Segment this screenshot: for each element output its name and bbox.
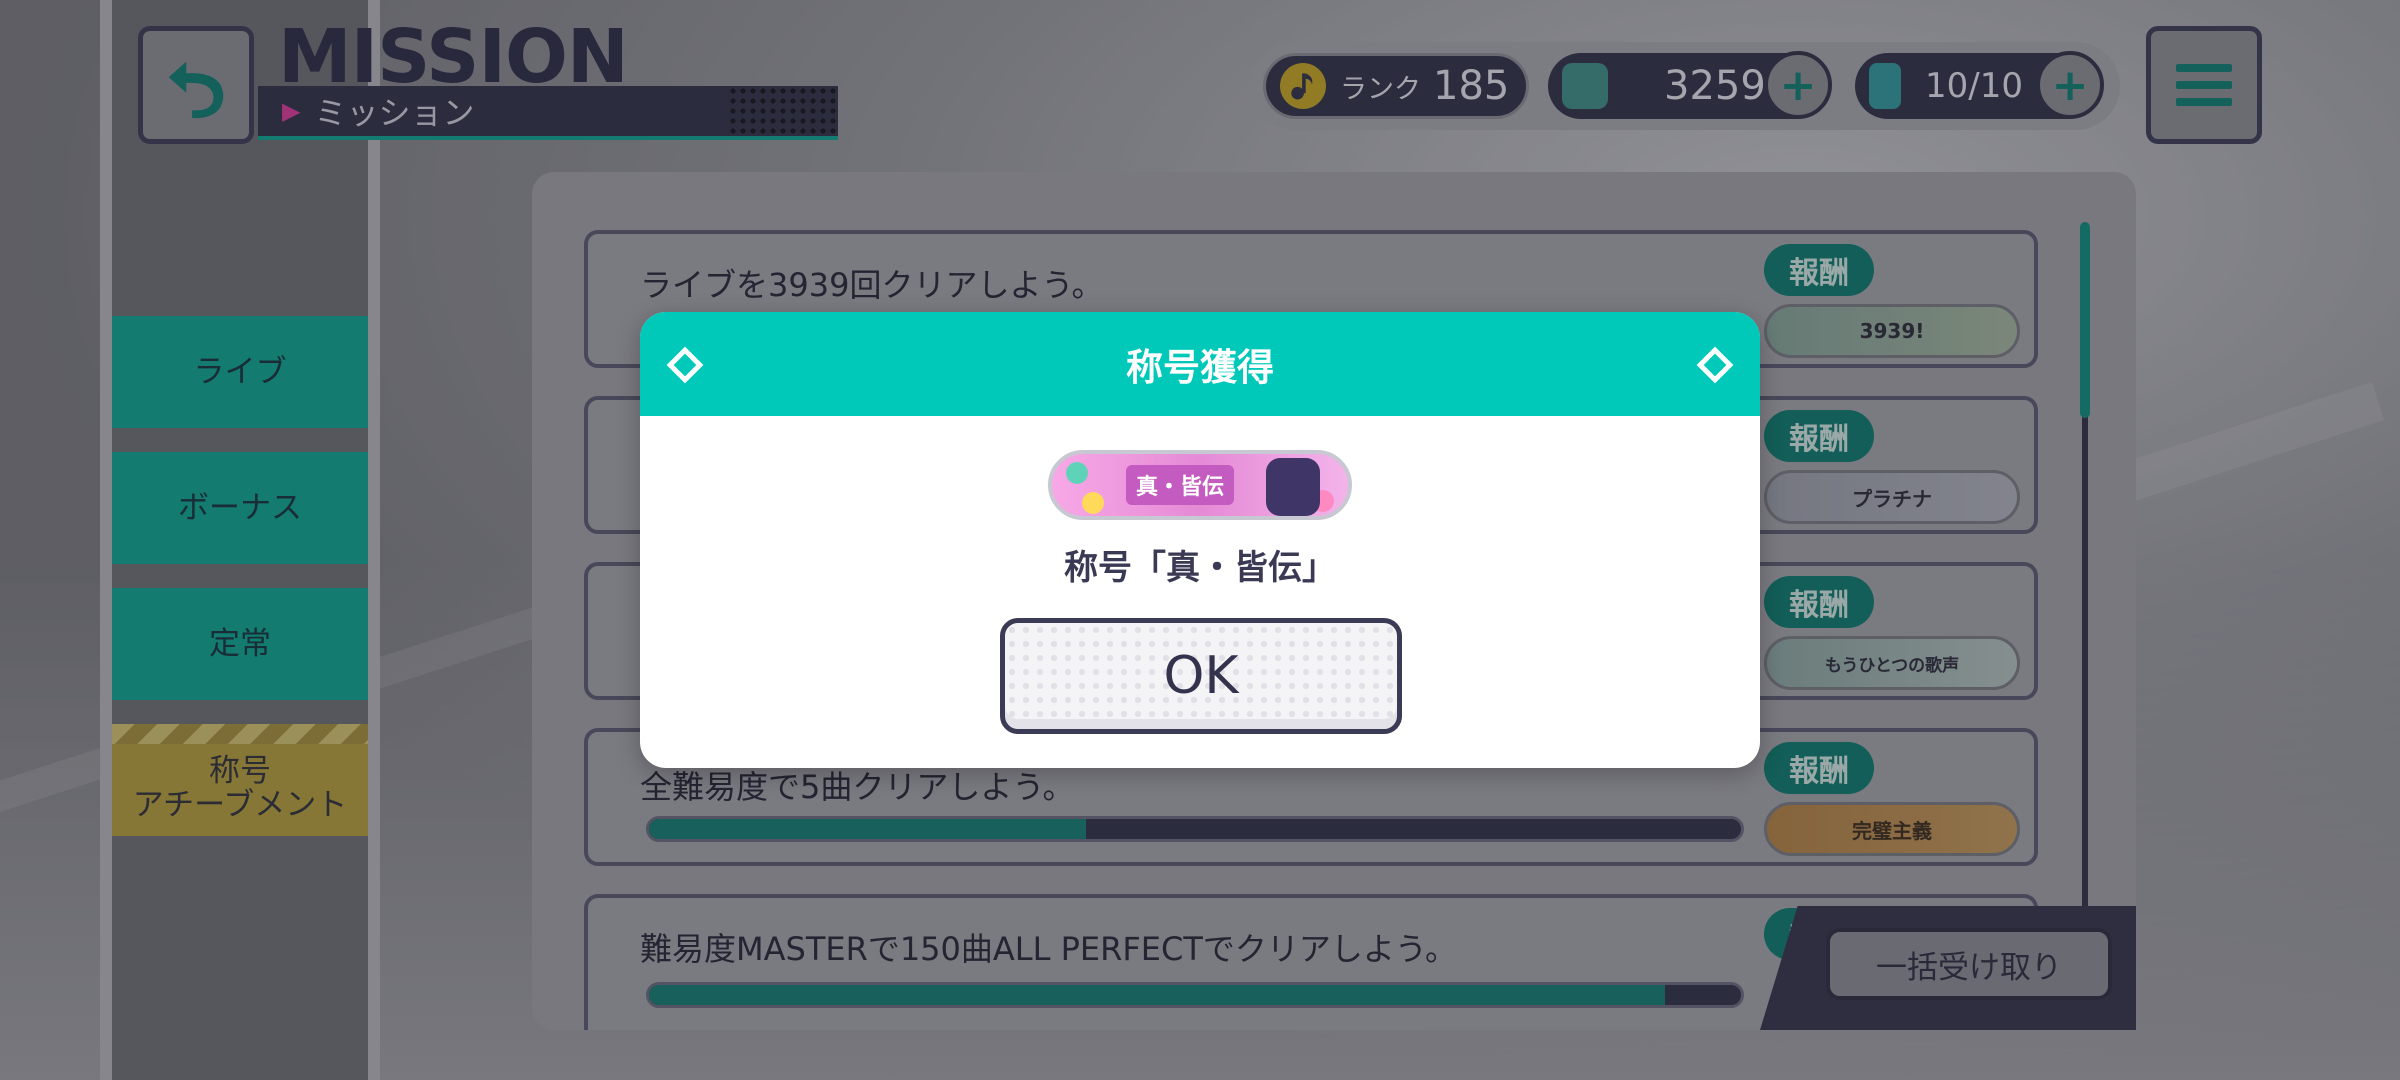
flower-icon [1066,462,1088,484]
title-plate-text: 真・皆伝 [1125,465,1234,505]
flower-icon [1082,492,1104,514]
title-acquired-dialog: 称号獲得 真・皆伝 称号「真・皆伝」 OK [640,312,1760,768]
ok-button[interactable]: OK [1000,618,1402,734]
diamond-icon [666,346,704,384]
title-plate-image: 真・皆伝 [1048,450,1352,520]
award-text: 称号「真・皆伝」 [1064,548,1336,588]
dialog-header: 称号獲得 [640,312,1760,416]
diamond-icon [1696,346,1734,384]
dialog-title: 称号獲得 [1126,346,1274,389]
character-icon [1266,458,1320,516]
